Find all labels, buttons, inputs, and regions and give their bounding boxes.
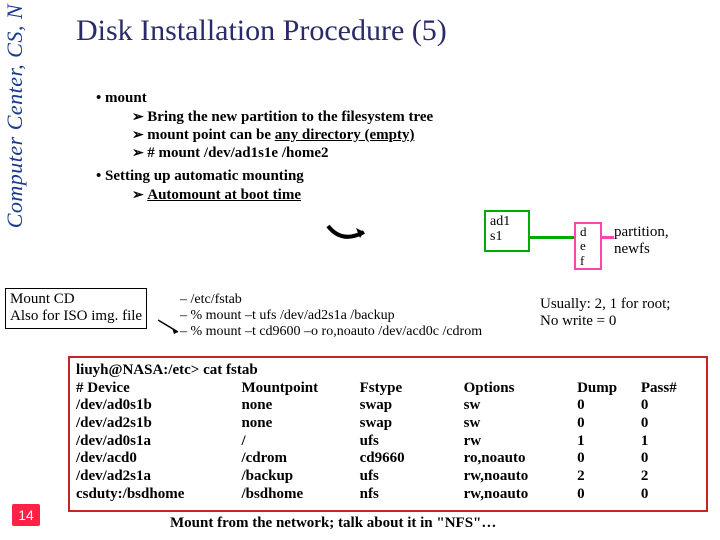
dash-fstab: /etc/fstab — [180, 292, 482, 308]
table-row: /dev/acd0/cdromcd9660ro,noauto00 — [76, 450, 700, 468]
dash-list: /etc/fstab % mount –t ufs /dev/ad2s1a /b… — [180, 292, 482, 340]
fstab-block: liuyh@NASA:/etc> cat fstab # Device Moun… — [68, 356, 708, 512]
usually-l2: No write = 0 — [540, 313, 670, 330]
pink-connector — [602, 236, 614, 239]
mount-cd-l2: Also for ISO img. file — [10, 308, 142, 325]
table-row: /dev/ad0s1bnoneswapsw00 — [76, 397, 700, 415]
hdr-fstype: Fstype — [360, 380, 464, 398]
disk-l2: s1 — [490, 229, 524, 244]
page-number: 14 — [12, 504, 40, 526]
sub-mountpoint-pre: mount point can be — [147, 127, 275, 143]
caption-partition: partition, newfs — [614, 224, 669, 258]
mount-cd-box: Mount CD Also for ISO img. file — [5, 288, 147, 329]
bullet-mount: mount — [96, 90, 710, 107]
hdr-mountpoint: Mountpoint — [241, 380, 359, 398]
table-row: /dev/ad0s1a/ufsrw11 — [76, 433, 700, 451]
sidebar-vertical-text: Computer Center, CS, N — [2, 4, 28, 228]
hdr-dump: Dump — [577, 380, 641, 398]
bullet-setting: Setting up automatic mounting — [96, 168, 710, 185]
sub-mountpoint-ul: any directory (empty) — [275, 127, 415, 143]
usually-note: Usually: 2, 1 for root; No write = 0 — [540, 296, 670, 331]
table-row: csduty:/bsdhome/bsdhomenfsrw,noauto00 — [76, 486, 700, 504]
dash-mount-cd: % mount –t cd9600 –o ro,noauto /dev/acd0… — [180, 324, 482, 340]
sub-bring: Bring the new partition to the filesyste… — [132, 109, 710, 126]
disk-l1: ad1 — [490, 214, 524, 229]
sub-automount: Automount at boot time — [132, 187, 710, 204]
footer-note: Mount from the network; talk about it in… — [170, 515, 496, 532]
caption-partition-l2: newfs — [614, 241, 669, 258]
caption-partition-l1: partition, — [614, 224, 669, 241]
mount-cd-l1: Mount CD — [10, 291, 142, 308]
partition-box: d e f — [574, 222, 602, 270]
fstab-prompt: liuyh@NASA:/etc> cat fstab — [76, 362, 700, 380]
table-row: # Device Mountpoint Fstype Options Dump … — [76, 380, 700, 398]
hdr-pass: Pass# — [641, 380, 700, 398]
fstab-table: # Device Mountpoint Fstype Options Dump … — [76, 380, 700, 504]
slide-title: Disk Installation Procedure (5) — [76, 14, 447, 48]
part-d: d — [580, 225, 596, 239]
dash-mount-ufs: % mount –t ufs /dev/ad2s1a /backup — [180, 308, 482, 324]
part-e: e — [580, 239, 596, 253]
green-connector — [530, 236, 574, 239]
table-row: /dev/ad2s1bnoneswapsw00 — [76, 415, 700, 433]
sub-mountcmd: # mount /dev/ad1s1e /home2 — [132, 145, 710, 162]
table-row: /dev/ad2s1a/backupufsrw,noauto22 — [76, 468, 700, 486]
usually-l1: Usually: 2, 1 for root; — [540, 296, 670, 313]
content-block: mount Bring the new partition to the fil… — [96, 90, 710, 205]
sub-mountpoint: mount point can be any directory (empty) — [132, 127, 710, 144]
hdr-device: # Device — [76, 380, 241, 398]
curve-arrow-icon — [320, 218, 380, 248]
hdr-options: Options — [464, 380, 577, 398]
part-f: f — [580, 254, 596, 268]
disk-box: ad1 s1 — [484, 210, 530, 252]
sub-automount-text: Automount at boot time — [147, 187, 301, 203]
